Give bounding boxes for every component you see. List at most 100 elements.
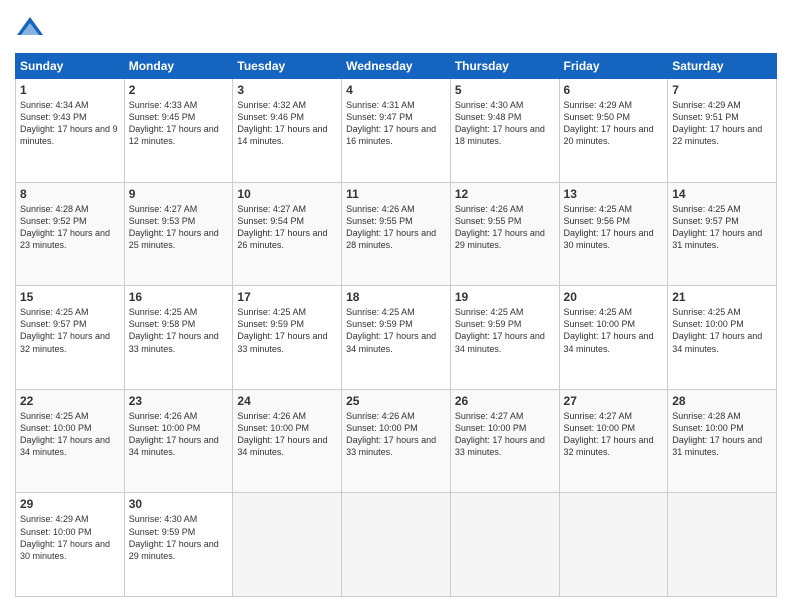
col-header-friday: Friday: [559, 54, 668, 79]
cell-info: Sunrise: 4:27 AMSunset: 9:54 PMDaylight:…: [237, 204, 327, 250]
cell-info: Sunrise: 4:25 AMSunset: 9:57 PMDaylight:…: [672, 204, 762, 250]
cell-info: Sunrise: 4:27 AMSunset: 10:00 PMDaylight…: [564, 411, 654, 457]
cell-info: Sunrise: 4:26 AMSunset: 9:55 PMDaylight:…: [455, 204, 545, 250]
cell-info: Sunrise: 4:25 AMSunset: 9:57 PMDaylight:…: [20, 307, 110, 353]
calendar-cell: 18 Sunrise: 4:25 AMSunset: 9:59 PMDaylig…: [342, 286, 451, 390]
calendar-week-3: 15 Sunrise: 4:25 AMSunset: 9:57 PMDaylig…: [16, 286, 777, 390]
header: [15, 15, 777, 45]
cell-info: Sunrise: 4:28 AMSunset: 10:00 PMDaylight…: [672, 411, 762, 457]
col-header-wednesday: Wednesday: [342, 54, 451, 79]
day-number: 7: [672, 83, 772, 97]
calendar-cell: 10 Sunrise: 4:27 AMSunset: 9:54 PMDaylig…: [233, 182, 342, 286]
calendar-cell: 9 Sunrise: 4:27 AMSunset: 9:53 PMDayligh…: [124, 182, 233, 286]
cell-info: Sunrise: 4:25 AMSunset: 10:00 PMDaylight…: [672, 307, 762, 353]
day-number: 26: [455, 394, 555, 408]
calendar-cell: 25 Sunrise: 4:26 AMSunset: 10:00 PMDayli…: [342, 389, 451, 493]
day-number: 4: [346, 83, 446, 97]
calendar-cell: [233, 493, 342, 597]
cell-info: Sunrise: 4:25 AMSunset: 9:59 PMDaylight:…: [346, 307, 436, 353]
calendar-cell: [668, 493, 777, 597]
calendar-cell: 12 Sunrise: 4:26 AMSunset: 9:55 PMDaylig…: [450, 182, 559, 286]
cell-info: Sunrise: 4:25 AMSunset: 9:56 PMDaylight:…: [564, 204, 654, 250]
col-header-tuesday: Tuesday: [233, 54, 342, 79]
cell-info: Sunrise: 4:33 AMSunset: 9:45 PMDaylight:…: [129, 100, 219, 146]
day-number: 19: [455, 290, 555, 304]
day-number: 22: [20, 394, 120, 408]
day-number: 13: [564, 187, 664, 201]
calendar-cell: [342, 493, 451, 597]
col-header-saturday: Saturday: [668, 54, 777, 79]
calendar-cell: 6 Sunrise: 4:29 AMSunset: 9:50 PMDayligh…: [559, 79, 668, 183]
page: SundayMondayTuesdayWednesdayThursdayFrid…: [0, 0, 792, 612]
calendar-cell: 30 Sunrise: 4:30 AMSunset: 9:59 PMDaylig…: [124, 493, 233, 597]
cell-info: Sunrise: 4:27 AMSunset: 9:53 PMDaylight:…: [129, 204, 219, 250]
day-number: 18: [346, 290, 446, 304]
col-header-monday: Monday: [124, 54, 233, 79]
cell-info: Sunrise: 4:26 AMSunset: 10:00 PMDaylight…: [237, 411, 327, 457]
cell-info: Sunrise: 4:30 AMSunset: 9:48 PMDaylight:…: [455, 100, 545, 146]
cell-info: Sunrise: 4:25 AMSunset: 10:00 PMDaylight…: [564, 307, 654, 353]
day-number: 17: [237, 290, 337, 304]
logo: [15, 15, 49, 45]
day-number: 3: [237, 83, 337, 97]
cell-info: Sunrise: 4:26 AMSunset: 9:55 PMDaylight:…: [346, 204, 436, 250]
day-number: 25: [346, 394, 446, 408]
calendar-cell: 14 Sunrise: 4:25 AMSunset: 9:57 PMDaylig…: [668, 182, 777, 286]
col-header-thursday: Thursday: [450, 54, 559, 79]
calendar-cell: 16 Sunrise: 4:25 AMSunset: 9:58 PMDaylig…: [124, 286, 233, 390]
day-number: 6: [564, 83, 664, 97]
day-number: 10: [237, 187, 337, 201]
day-number: 24: [237, 394, 337, 408]
calendar-cell: 21 Sunrise: 4:25 AMSunset: 10:00 PMDayli…: [668, 286, 777, 390]
day-number: 8: [20, 187, 120, 201]
logo-icon: [15, 15, 45, 45]
calendar-table: SundayMondayTuesdayWednesdayThursdayFrid…: [15, 53, 777, 597]
calendar-cell: 3 Sunrise: 4:32 AMSunset: 9:46 PMDayligh…: [233, 79, 342, 183]
cell-info: Sunrise: 4:30 AMSunset: 9:59 PMDaylight:…: [129, 514, 219, 560]
calendar-cell: 13 Sunrise: 4:25 AMSunset: 9:56 PMDaylig…: [559, 182, 668, 286]
cell-info: Sunrise: 4:25 AMSunset: 10:00 PMDaylight…: [20, 411, 110, 457]
calendar-cell: 20 Sunrise: 4:25 AMSunset: 10:00 PMDayli…: [559, 286, 668, 390]
cell-info: Sunrise: 4:26 AMSunset: 10:00 PMDaylight…: [129, 411, 219, 457]
day-number: 14: [672, 187, 772, 201]
calendar-cell: 7 Sunrise: 4:29 AMSunset: 9:51 PMDayligh…: [668, 79, 777, 183]
cell-info: Sunrise: 4:25 AMSunset: 9:58 PMDaylight:…: [129, 307, 219, 353]
cell-info: Sunrise: 4:25 AMSunset: 9:59 PMDaylight:…: [455, 307, 545, 353]
day-number: 9: [129, 187, 229, 201]
calendar-cell: [559, 493, 668, 597]
calendar-week-2: 8 Sunrise: 4:28 AMSunset: 9:52 PMDayligh…: [16, 182, 777, 286]
calendar-cell: 8 Sunrise: 4:28 AMSunset: 9:52 PMDayligh…: [16, 182, 125, 286]
calendar-cell: 29 Sunrise: 4:29 AMSunset: 10:00 PMDayli…: [16, 493, 125, 597]
day-number: 15: [20, 290, 120, 304]
calendar-cell: 24 Sunrise: 4:26 AMSunset: 10:00 PMDayli…: [233, 389, 342, 493]
calendar-cell: 28 Sunrise: 4:28 AMSunset: 10:00 PMDayli…: [668, 389, 777, 493]
calendar-cell: 17 Sunrise: 4:25 AMSunset: 9:59 PMDaylig…: [233, 286, 342, 390]
day-number: 12: [455, 187, 555, 201]
calendar-week-5: 29 Sunrise: 4:29 AMSunset: 10:00 PMDayli…: [16, 493, 777, 597]
day-number: 5: [455, 83, 555, 97]
calendar-cell: 19 Sunrise: 4:25 AMSunset: 9:59 PMDaylig…: [450, 286, 559, 390]
cell-info: Sunrise: 4:29 AMSunset: 9:50 PMDaylight:…: [564, 100, 654, 146]
day-number: 16: [129, 290, 229, 304]
calendar-cell: 1 Sunrise: 4:34 AMSunset: 9:43 PMDayligh…: [16, 79, 125, 183]
calendar-cell: 2 Sunrise: 4:33 AMSunset: 9:45 PMDayligh…: [124, 79, 233, 183]
day-number: 1: [20, 83, 120, 97]
calendar-cell: [450, 493, 559, 597]
calendar-cell: 26 Sunrise: 4:27 AMSunset: 10:00 PMDayli…: [450, 389, 559, 493]
calendar-header-row: SundayMondayTuesdayWednesdayThursdayFrid…: [16, 54, 777, 79]
day-number: 30: [129, 497, 229, 511]
day-number: 21: [672, 290, 772, 304]
cell-info: Sunrise: 4:25 AMSunset: 9:59 PMDaylight:…: [237, 307, 327, 353]
cell-info: Sunrise: 4:29 AMSunset: 9:51 PMDaylight:…: [672, 100, 762, 146]
day-number: 28: [672, 394, 772, 408]
cell-info: Sunrise: 4:34 AMSunset: 9:43 PMDaylight:…: [20, 100, 118, 146]
calendar-cell: 22 Sunrise: 4:25 AMSunset: 10:00 PMDayli…: [16, 389, 125, 493]
day-number: 29: [20, 497, 120, 511]
day-number: 23: [129, 394, 229, 408]
calendar-week-4: 22 Sunrise: 4:25 AMSunset: 10:00 PMDayli…: [16, 389, 777, 493]
cell-info: Sunrise: 4:28 AMSunset: 9:52 PMDaylight:…: [20, 204, 110, 250]
cell-info: Sunrise: 4:29 AMSunset: 10:00 PMDaylight…: [20, 514, 110, 560]
calendar-cell: 11 Sunrise: 4:26 AMSunset: 9:55 PMDaylig…: [342, 182, 451, 286]
col-header-sunday: Sunday: [16, 54, 125, 79]
day-number: 2: [129, 83, 229, 97]
